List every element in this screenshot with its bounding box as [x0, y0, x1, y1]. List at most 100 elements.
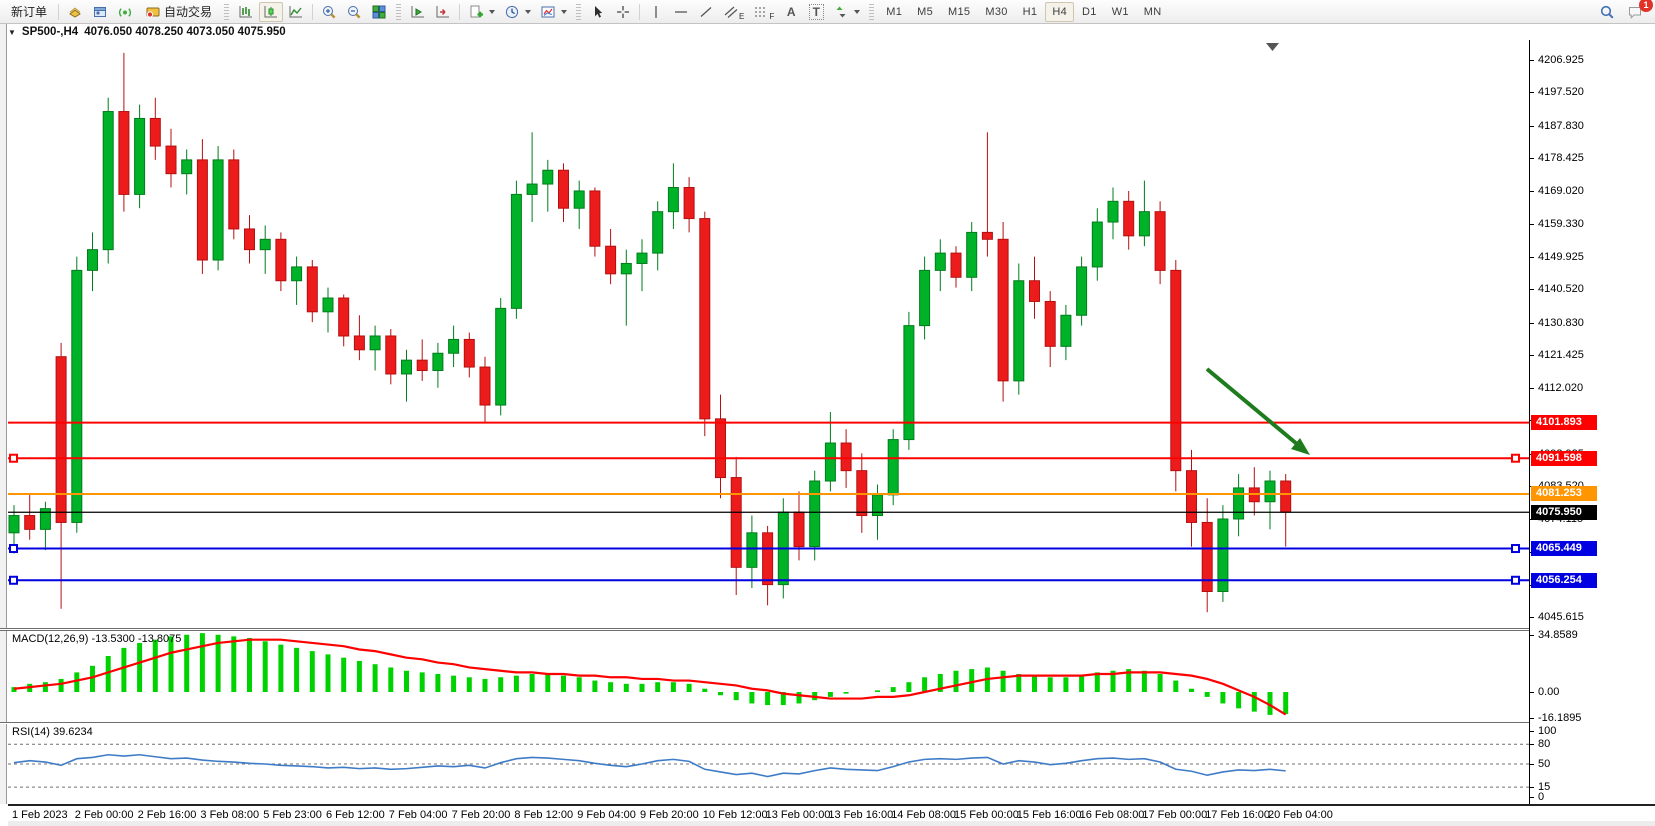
chart-shift-marker[interactable] [1266, 43, 1279, 51]
candle [668, 163, 678, 229]
tf-button-m1[interactable]: M1 [879, 2, 909, 22]
candlestick-chart-button[interactable] [259, 2, 283, 22]
signals-button[interactable] [113, 2, 137, 22]
time-axis-label: 9 Feb 04:00 [577, 809, 636, 821]
macd-axis-label: 0.00 [1530, 685, 1559, 699]
candle [307, 260, 317, 322]
tf-button-m5[interactable]: M5 [910, 2, 940, 22]
periods-button[interactable] [500, 2, 535, 22]
crosshair-icon [615, 4, 631, 20]
text-tool-icon: A [787, 5, 796, 19]
candle [166, 129, 176, 188]
price-tick-label: 4169.020 [1530, 184, 1584, 198]
crosshair-button[interactable] [611, 2, 635, 22]
trend-arrow-annotation[interactable] [1207, 369, 1297, 444]
zoom-out-icon [346, 4, 362, 20]
new-order-button[interactable]: 新订单 [4, 2, 54, 22]
time-axis-label: 10 Feb 12:00 [703, 809, 768, 821]
candle [920, 257, 930, 340]
toolbar-separator [312, 4, 313, 20]
fibonacci-button[interactable]: F [749, 2, 778, 22]
tf-button-mn[interactable]: MN [1137, 2, 1169, 22]
macd-pane[interactable]: MACD(12,26,9) -13.5300 -13.8075 [8, 631, 1529, 722]
equidistant-channel-icon [723, 4, 739, 20]
trendline-button[interactable] [694, 2, 718, 22]
zoom-out-button[interactable] [342, 2, 366, 22]
time-axis-label: 20 Feb 04:00 [1268, 809, 1333, 821]
line-chart-button[interactable] [284, 2, 308, 22]
tf-button-m30[interactable]: M30 [978, 2, 1014, 22]
candle [1014, 263, 1024, 394]
time-axis-label: 9 Feb 20:00 [640, 809, 699, 821]
line-handle[interactable] [10, 577, 17, 584]
candle [1249, 467, 1259, 515]
templates-button[interactable] [536, 2, 571, 22]
rsi-pane[interactable]: RSI(14) 39.6234 [8, 724, 1529, 803]
cursor-button[interactable] [586, 2, 610, 22]
collapse-icon[interactable]: ▼ [8, 28, 16, 37]
candle [260, 225, 270, 273]
tf-button-h4[interactable]: H4 [1045, 2, 1074, 22]
candle [1155, 201, 1165, 284]
dropdown-caret-icon [525, 10, 531, 14]
candle [402, 350, 412, 402]
price-tick-label: 4112.020 [1530, 381, 1583, 395]
tf-button-w1[interactable]: W1 [1105, 2, 1136, 22]
text-label-tool-button[interactable]: T [804, 2, 828, 22]
search-button[interactable] [1595, 2, 1619, 22]
candle [998, 222, 1008, 402]
add-indicator-icon [468, 4, 484, 20]
toolbar: 新订单 自动交易 [0, 0, 1655, 24]
signals-icon [117, 4, 133, 20]
equidistant-channel-button[interactable]: E [719, 2, 748, 22]
candle [1171, 260, 1181, 491]
candlestick-chart-icon [263, 4, 279, 20]
vertical-line-icon [648, 4, 664, 20]
candle [716, 395, 726, 499]
candle [527, 132, 537, 222]
time-axis-label: 14 Feb 08:00 [891, 809, 956, 821]
line-handle[interactable] [10, 545, 17, 552]
line-handle[interactable] [1512, 455, 1519, 462]
rsi-chart[interactable] [8, 724, 1529, 803]
indicators-button[interactable] [464, 2, 499, 22]
auto-scroll-button[interactable] [406, 2, 430, 22]
cursor-icon [590, 4, 606, 20]
line-handle[interactable] [1512, 545, 1519, 552]
tile-windows-button[interactable] [367, 2, 391, 22]
auto-trading-button[interactable]: 自动交易 [138, 2, 219, 22]
line-handle[interactable] [10, 455, 17, 462]
vertical-line-button[interactable] [644, 2, 668, 22]
price-tick-label: 4130.830 [1530, 316, 1584, 330]
candle [1077, 257, 1087, 326]
market-watch-button[interactable] [63, 2, 87, 22]
main-chart-pane[interactable] [8, 40, 1529, 628]
tf-button-d1[interactable]: D1 [1075, 2, 1104, 22]
line-handle[interactable] [1512, 577, 1519, 584]
chart-ohlc-values: 4076.050 4078.250 4073.050 4075.950 [84, 26, 285, 38]
candle [323, 288, 333, 333]
candle [449, 326, 459, 367]
candle [386, 329, 396, 384]
macd-chart[interactable] [8, 631, 1529, 722]
candle [951, 246, 961, 287]
data-window-button[interactable] [88, 2, 112, 22]
rsi-axis-label: 0 [1530, 790, 1544, 804]
price-tick-label: 4206.925 [1530, 53, 1584, 67]
price-level-badge: 4101.893 [1531, 415, 1597, 430]
chart-shift-button[interactable] [431, 2, 455, 22]
candle [810, 471, 820, 561]
bar-chart-button[interactable] [234, 2, 258, 22]
arrows-tool-button[interactable] [829, 2, 864, 22]
candle [40, 502, 50, 550]
candle [1030, 257, 1040, 319]
market-watch-icon [67, 4, 83, 20]
text-tool-button[interactable]: A [779, 2, 803, 22]
tf-button-m15[interactable]: M15 [941, 2, 977, 22]
zoom-in-button[interactable] [317, 2, 341, 22]
candlestick-chart[interactable] [8, 40, 1529, 628]
macd-label: MACD(12,26,9) -13.5300 -13.8075 [12, 633, 181, 645]
candle [229, 150, 239, 240]
horizontal-line-button[interactable] [669, 2, 693, 22]
tf-button-h1[interactable]: H1 [1016, 2, 1045, 22]
